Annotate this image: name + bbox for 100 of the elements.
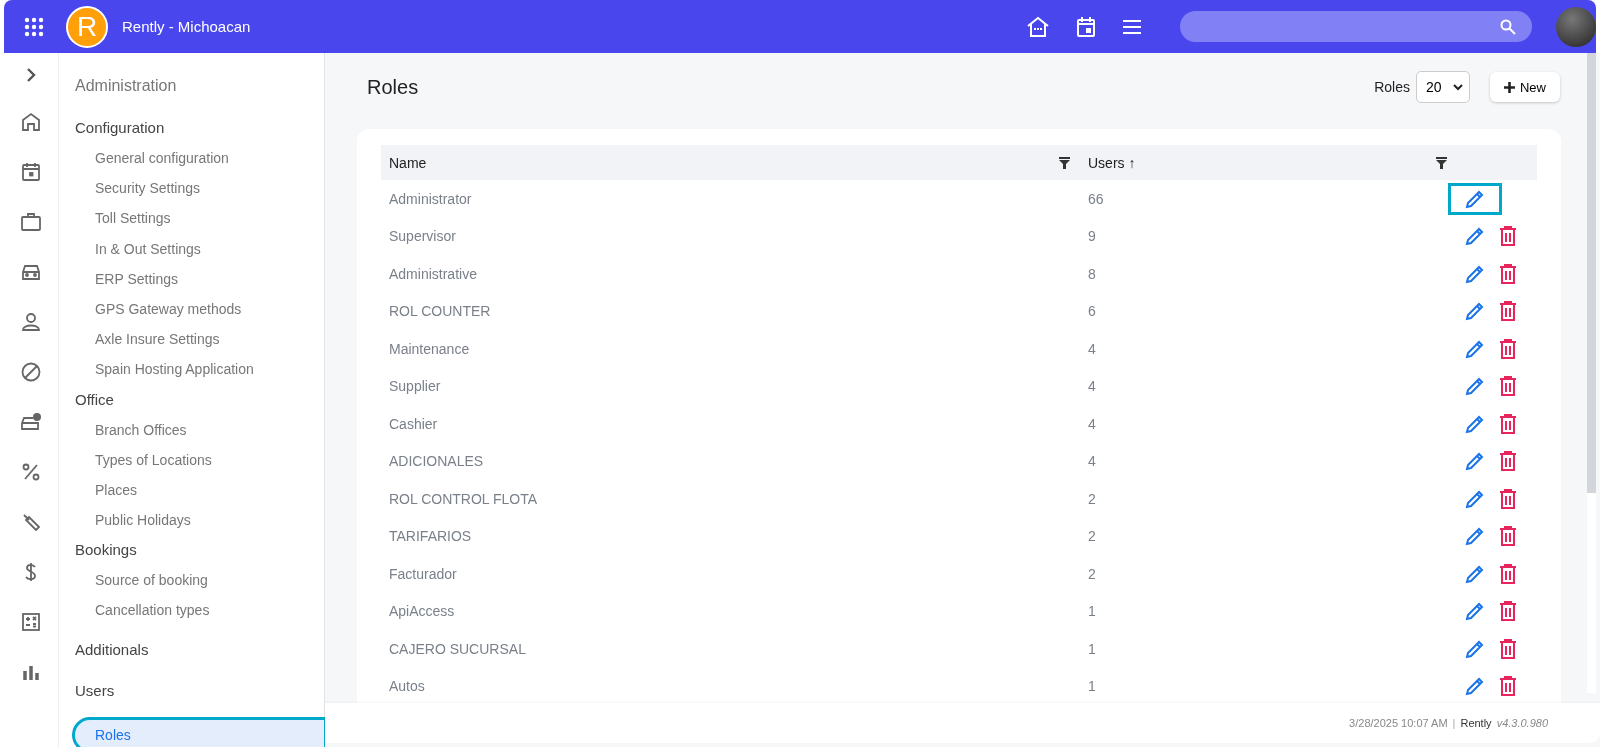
table-cell-text: CAJERO SUCURSAL (388, 640, 527, 657)
sidebar-item[interactable]: Security Settings (75, 173, 324, 204)
table-cell-text: 2 (1087, 528, 1097, 545)
edit-button[interactable] (1465, 301, 1485, 322)
edit-button[interactable] (1465, 638, 1485, 659)
table-cell-text: Supervisor (388, 228, 457, 245)
table-cell-text: 4 (1087, 415, 1097, 432)
edit-button[interactable] (1465, 526, 1485, 547)
pencil-icon (1465, 263, 1485, 284)
delete-button[interactable] (1499, 601, 1517, 622)
edit-button[interactable] (1465, 338, 1485, 359)
scrollbar[interactable] (1587, 53, 1596, 693)
column-header[interactable]: Users ↑ (1088, 154, 1136, 171)
timestamp: 3/28/2025 10:07 AM (1349, 717, 1448, 729)
edit-button[interactable] (1465, 601, 1485, 622)
delete-button[interactable] (1499, 526, 1517, 547)
sidebar-item[interactable]: Branch Offices (75, 414, 324, 445)
table-cell-text: 6 (1087, 303, 1097, 320)
table-cell-text: 66 (1087, 190, 1105, 207)
page-size-label: Roles (1374, 79, 1410, 95)
edit-button[interactable] (1465, 263, 1485, 284)
column-header[interactable]: Name (389, 154, 427, 171)
home-icon[interactable] (20, 111, 42, 133)
sidebar-section[interactable]: Users (75, 669, 324, 712)
table-cell-text: ApiAccess (388, 603, 456, 620)
wrench-icon[interactable] (20, 511, 42, 533)
delete-button[interactable] (1499, 563, 1517, 584)
search-field[interactable] (1180, 11, 1532, 42)
delete-button[interactable] (1499, 263, 1517, 284)
apps-grid-icon[interactable] (24, 16, 44, 37)
home-icon[interactable] (1026, 15, 1050, 38)
sidebar-item[interactable]: Roles (75, 719, 324, 747)
sidebar-item[interactable]: Places (75, 474, 324, 506)
calculator-icon[interactable] (20, 611, 42, 633)
block-icon[interactable] (20, 361, 42, 383)
edit-button[interactable] (1465, 451, 1485, 472)
pencil-icon (1465, 451, 1485, 472)
delete-button[interactable] (1499, 676, 1517, 697)
sidebar-item[interactable]: GPS Gateway methods (75, 293, 324, 325)
pencil-icon (1465, 413, 1485, 434)
trash-icon (1499, 488, 1517, 509)
edit-button[interactable] (1465, 488, 1485, 509)
table-cell-text: 1 (1087, 678, 1097, 695)
delete-button[interactable] (1499, 301, 1517, 322)
delete-button[interactable] (1499, 451, 1517, 472)
edit-button[interactable] (1448, 182, 1502, 215)
sidebar-item[interactable]: Toll Settings (75, 203, 324, 234)
table-cell-text: Autos (388, 678, 426, 695)
calendar-icon[interactable] (20, 161, 42, 183)
sidebar-section[interactable]: Office (75, 384, 324, 415)
edit-button[interactable] (1465, 563, 1485, 584)
pencil-icon (1465, 488, 1485, 509)
edit-button[interactable] (1465, 376, 1485, 397)
delete-button[interactable] (1499, 338, 1517, 359)
sidebar-section[interactable]: Bookings (75, 535, 324, 566)
trash-icon (1499, 563, 1517, 584)
sidebar-item[interactable]: Cancellation types (75, 595, 324, 626)
search-icon[interactable] (1500, 18, 1516, 35)
new-button[interactable]: New (1490, 72, 1560, 102)
separator: | (1452, 717, 1456, 729)
sidebar-item[interactable]: Public Holidays (75, 505, 324, 536)
delete-button[interactable] (1499, 488, 1517, 509)
table-cell-text: ROL COUNTER (388, 303, 492, 320)
pencil-icon (1465, 188, 1485, 209)
filter-icon[interactable] (1059, 156, 1070, 169)
delete-button[interactable] (1499, 226, 1517, 247)
edit-button[interactable] (1465, 413, 1485, 434)
briefcase-icon[interactable] (20, 211, 42, 233)
delete-button[interactable] (1499, 376, 1517, 397)
sidebar-item[interactable]: In & Out Settings (75, 233, 324, 264)
delete-button[interactable] (1499, 413, 1517, 434)
chevron-right-icon[interactable] (25, 67, 37, 83)
sidebar-item[interactable]: Source of booking (75, 565, 324, 596)
filter-icon[interactable] (1436, 156, 1447, 169)
page-title: Roles (367, 75, 419, 99)
delete-button[interactable] (1499, 638, 1517, 659)
brand-name: Rently (1460, 717, 1492, 729)
sidebar-section[interactable]: Configuration (75, 113, 324, 143)
sidebar-item[interactable]: General configuration (75, 143, 324, 174)
person-icon[interactable] (20, 311, 42, 333)
sidebar-section[interactable]: Additionals (75, 629, 324, 670)
sidebar-item[interactable]: Types of Locations (75, 444, 324, 475)
trash-icon (1499, 376, 1517, 397)
sidebar-item[interactable]: ERP Settings (75, 263, 324, 294)
table-cell-text: 4 (1087, 453, 1097, 470)
calendar-icon[interactable] (1076, 15, 1096, 38)
percent-icon[interactable] (20, 461, 42, 483)
edit-button[interactable] (1465, 676, 1485, 697)
table-cell-text: Administrator (388, 190, 473, 207)
sidebar-item[interactable]: Spain Hosting Application (75, 354, 324, 385)
sidebar-item[interactable]: Axle Insure Settings (75, 324, 324, 355)
edit-button[interactable] (1465, 226, 1485, 247)
avatar[interactable] (1556, 6, 1596, 47)
menu-icon[interactable] (1122, 18, 1142, 35)
table-cell-text: 9 (1087, 228, 1097, 245)
trash-icon (1499, 301, 1517, 322)
page-size-select[interactable]: 20 (1416, 71, 1470, 103)
version-text: v4.3.0.980 (1496, 717, 1548, 729)
table-cell-text: 4 (1087, 378, 1097, 395)
car-alert-icon[interactable] (20, 411, 42, 433)
